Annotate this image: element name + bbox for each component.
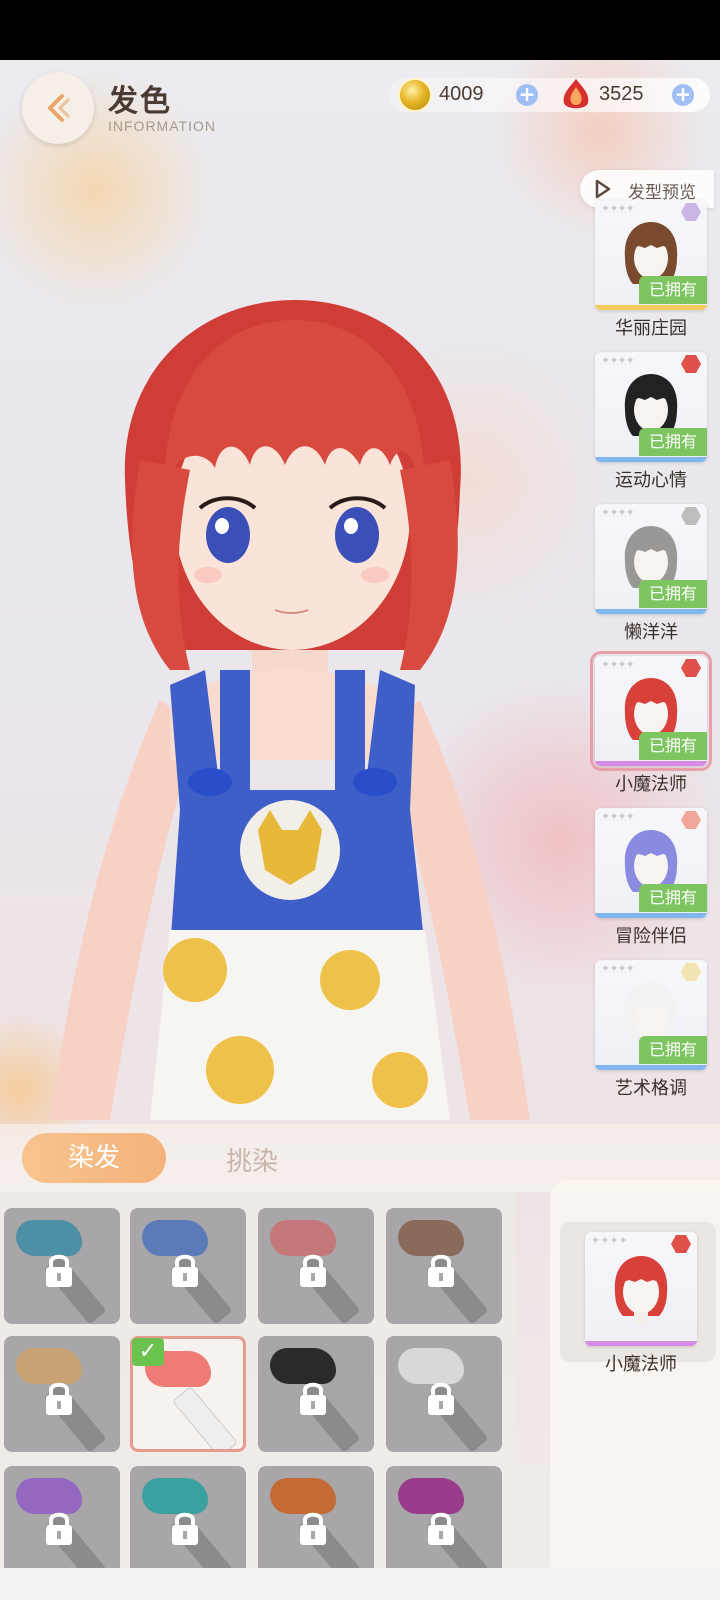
rarity-badge-icon — [681, 355, 701, 373]
hairstyle-name: 懒洋洋 — [624, 622, 678, 643]
rarity-stripe — [595, 913, 707, 918]
hairstyle-name: 艺术格调 — [615, 1078, 687, 1099]
currency-bar — [388, 78, 710, 112]
play-icon — [595, 179, 611, 199]
rarity-stars-icon: ✦✦✦✦ — [601, 354, 635, 367]
hairstyle-thumbnail-icon — [614, 1256, 668, 1326]
lock-icon — [300, 1254, 326, 1287]
lock-icon — [428, 1254, 454, 1287]
hairstyle-card[interactable]: ✦✦✦✦ 已拥有 — [595, 808, 707, 918]
lock-icon — [300, 1512, 326, 1545]
hairstyle-card[interactable]: ✦✦✦✦ 已拥有 — [595, 200, 707, 310]
rarity-badge-icon — [681, 963, 701, 981]
add-gems-button[interactable]: + — [672, 84, 694, 106]
tab-highlight[interactable]: 挑染 — [226, 1141, 278, 1178]
hair-dye-swatch[interactable] — [386, 1336, 502, 1452]
rarity-stripe — [595, 1065, 707, 1070]
lock-icon — [428, 1382, 454, 1415]
hair-dye-swatch[interactable] — [4, 1466, 120, 1582]
coin-icon — [398, 78, 432, 112]
rarity-stripe — [585, 1341, 697, 1346]
owned-badge: 已拥有 — [639, 732, 707, 760]
hairstyle-card[interactable]: ✦✦✦✦ 已拥有 — [595, 352, 707, 462]
rarity-stripe — [595, 457, 707, 462]
rarity-badge-icon — [681, 811, 701, 829]
rarity-stars-icon: ✦✦✦✦ — [601, 658, 635, 671]
lock-icon — [46, 1382, 72, 1415]
lock-icon — [300, 1382, 326, 1415]
dye-tube-icon — [172, 1385, 238, 1449]
rarity-stars-icon: ✦✦✦✦ — [601, 202, 635, 215]
hair-dye-swatch[interactable] — [130, 1466, 246, 1582]
selected-check-icon: ✓ — [132, 1338, 164, 1366]
back-button[interactable] — [22, 72, 94, 144]
owned-badge: 已拥有 — [639, 580, 707, 608]
lock-icon — [172, 1512, 198, 1545]
rarity-stripe — [595, 305, 707, 310]
hairstyle-card[interactable]: ✦✦✦✦ 已拥有 — [595, 960, 707, 1070]
add-coins-button[interactable]: + — [516, 84, 538, 106]
page-subtitle: INFORMATION — [108, 118, 216, 134]
owned-badge: 已拥有 — [639, 428, 707, 456]
rarity-badge-icon — [681, 203, 701, 221]
owned-badge: 已拥有 — [639, 1036, 707, 1064]
owned-badge: 已拥有 — [639, 884, 707, 912]
page-title: 发色 — [108, 84, 172, 119]
system-nav-bar — [0, 1568, 720, 1600]
back-arrow-icon — [48, 94, 70, 122]
hairstyle-card[interactable]: ✦✦✦✦ 已拥有 — [595, 504, 707, 614]
rarity-stars-icon: ✦✦✦✦ — [601, 506, 635, 519]
hair-dye-swatch[interactable] — [130, 1208, 246, 1324]
hairstyle-name: 小魔法师 — [615, 774, 687, 795]
hair-dye-swatch[interactable] — [386, 1466, 502, 1582]
character-model — [50, 300, 530, 1120]
rarity-badge-icon — [681, 659, 701, 677]
rarity-badge-icon — [681, 507, 701, 525]
current-hairstyle-name: 小魔法师 — [605, 1354, 677, 1375]
hair-dye-swatch[interactable] — [258, 1336, 374, 1452]
owned-badge: 已拥有 — [639, 276, 707, 304]
hair-dye-swatch[interactable] — [258, 1466, 374, 1582]
current-hairstyle-card[interactable]: ✦✦✦✦ — [585, 1232, 697, 1346]
rarity-stripe — [595, 609, 707, 614]
hairstyle-name: 运动心情 — [615, 470, 687, 491]
hairstyle-card[interactable]: ✦✦✦✦ 已拥有 — [590, 651, 712, 771]
hairstyle-name: 冒险伴侣 — [615, 926, 687, 947]
tab-dye[interactable]: 染发 — [22, 1133, 166, 1183]
lock-icon — [46, 1254, 72, 1287]
rarity-stars-icon: ✦✦✦✦ — [601, 810, 635, 823]
lock-icon — [46, 1512, 72, 1545]
rarity-stripe — [595, 761, 707, 766]
gem-icon — [563, 79, 589, 109]
rarity-stars-icon: ✦✦✦✦ — [601, 962, 635, 975]
lock-icon — [428, 1512, 454, 1545]
rarity-badge-icon — [671, 1235, 691, 1253]
hair-dye-swatch[interactable] — [258, 1208, 374, 1324]
rarity-stars-icon: ✦✦✦✦ — [591, 1234, 628, 1247]
hair-dye-swatch[interactable] — [386, 1208, 502, 1324]
gem-count: 3525 — [599, 83, 644, 105]
hair-dye-swatch[interactable] — [4, 1336, 120, 1452]
coin-count: 4009 — [439, 83, 484, 105]
lock-icon — [172, 1254, 198, 1287]
hair-dye-swatch[interactable] — [4, 1208, 120, 1324]
hairstyle-name: 华丽庄园 — [615, 318, 687, 339]
